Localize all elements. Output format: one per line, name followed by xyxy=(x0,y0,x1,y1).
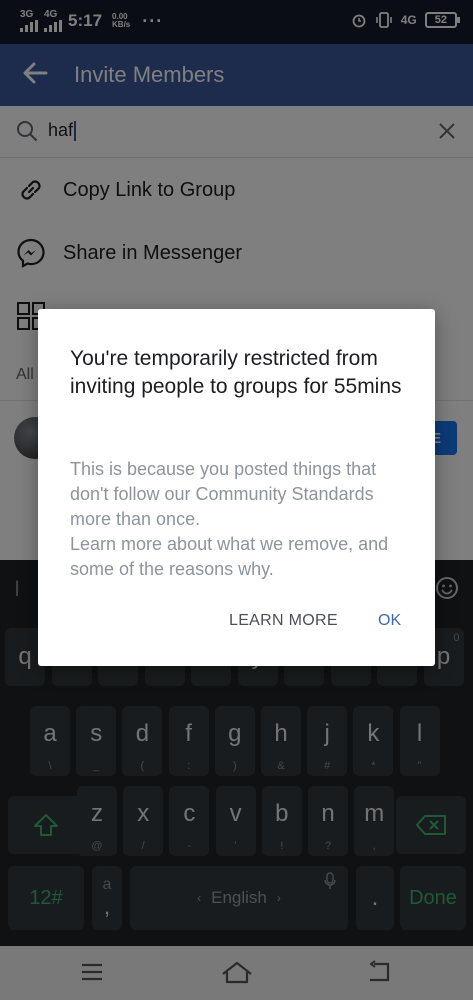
restriction-dialog: You're temporarily restricted from invit… xyxy=(38,309,435,666)
learn-more-button[interactable]: LEARN MORE xyxy=(229,612,338,630)
ok-button[interactable]: OK xyxy=(378,612,401,630)
dialog-title: You're temporarily restricted from invit… xyxy=(70,347,402,398)
dialog-body-line-1: This is because you posted things that d… xyxy=(70,459,377,529)
dialog-body-line-2: Learn more about what we remove, and som… xyxy=(70,534,389,579)
dialog-body: This is because you posted things that d… xyxy=(70,457,410,582)
